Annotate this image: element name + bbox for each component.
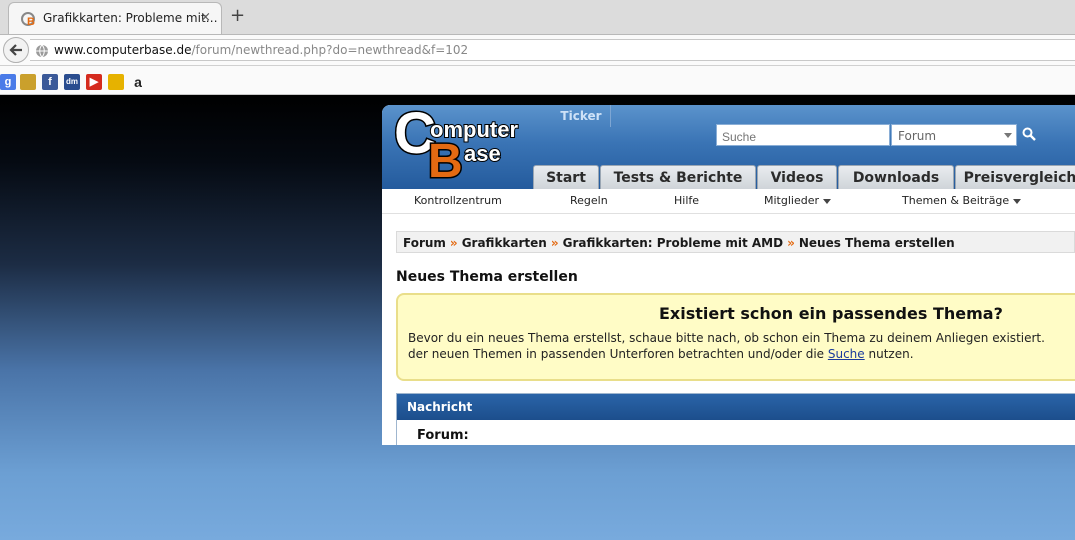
bookmark-amazon-icon[interactable]: a <box>130 74 146 90</box>
logo-text-base: ase <box>464 141 501 166</box>
breadcrumb-grafikkarten[interactable]: Grafikkarten <box>462 236 547 250</box>
nav-tab-downloads[interactable]: Downloads <box>838 165 954 189</box>
nav-tab-videos[interactable]: Videos <box>757 165 837 189</box>
page-title: Neues Thema erstellen <box>396 269 578 285</box>
search-scope-value: Forum <box>898 129 937 143</box>
subnav-themen-label: Themen & Beiträge <box>902 194 1010 207</box>
search-icon[interactable] <box>1022 127 1036 141</box>
message-box: Nachricht Forum: <box>396 393 1075 445</box>
notice-title: Existiert schon ein passendes Thema? <box>659 304 1003 323</box>
bookmark-youtube-icon[interactable]: ▶ <box>86 74 102 90</box>
navigation-bar: www.computerbase.de/forum/newthread.php?… <box>0 35 1075 66</box>
browser-tab[interactable]: B Grafikkarten: Probleme mit… × <box>8 2 222 34</box>
notice-text-before: der neuen Themen in passenden Unterforen… <box>408 347 828 361</box>
bookmark-google-icon[interactable]: g <box>0 74 16 90</box>
subnav-mitglieder[interactable]: Mitglieder <box>764 194 831 207</box>
subnav-regeln[interactable]: Regeln <box>570 194 608 207</box>
new-tab-button[interactable]: + <box>230 6 245 26</box>
search-input[interactable] <box>716 124 890 146</box>
nav-tab-tests[interactable]: Tests & Berichte <box>600 165 756 189</box>
bookmark-museum-icon[interactable] <box>20 74 36 90</box>
breadcrumb-separator: » <box>449 236 458 250</box>
search-link[interactable]: Suche <box>828 347 865 361</box>
svg-text:B: B <box>27 16 35 27</box>
breadcrumb-separator: » <box>787 236 795 250</box>
site-header: C omputer B ase Ticker Forum Start Tests… <box>382 105 1075 190</box>
computerbase-site: C omputer B ase Ticker Forum Start Tests… <box>382 105 1075 445</box>
svg-text:B: B <box>428 135 463 188</box>
breadcrumb-current: Neues Thema erstellen <box>798 236 955 250</box>
ticker-link[interactable]: Ticker <box>552 105 611 127</box>
bookmark-shop-icon[interactable] <box>108 74 124 90</box>
dropdown-arrow-icon <box>1004 133 1012 138</box>
message-header: Nachricht <box>397 394 1075 420</box>
subnav-mitglieder-label: Mitglieder <box>764 194 819 207</box>
url-path: /forum/newthread.php?do=newthread&f=102 <box>191 43 469 57</box>
bookmarks-toolbar: g f dm ▶ a <box>0 66 1075 95</box>
breadcrumb-thread[interactable]: Grafikkarten: Probleme mit AMD <box>563 236 783 250</box>
forum-label: Forum: <box>417 428 469 443</box>
sub-navigation: Kontrollzentrum Regeln Hilfe Mitglieder … <box>382 189 1075 214</box>
chevron-down-icon <box>823 198 831 204</box>
chevron-down-icon <box>1013 198 1022 204</box>
computerbase-favicon-icon: B <box>21 12 35 27</box>
breadcrumb: Forum» Grafikkarten» Grafikkarten: Problem… <box>396 231 1075 253</box>
subnav-kontrollzentrum[interactable]: Kontrollzentrum <box>414 194 502 207</box>
notice-text-line2: der neuen Themen in passenden Unterforen… <box>408 347 914 361</box>
nav-tab-start[interactable]: Start <box>533 165 599 189</box>
bookmark-dm-icon[interactable]: dm <box>64 74 80 90</box>
breadcrumb-forum[interactable]: Forum <box>403 236 446 250</box>
tab-title: Grafikkarten: Probleme mit… <box>43 11 218 25</box>
notice-text-line1: Bevor du ein neues Thema erstellst, scha… <box>408 331 1045 345</box>
back-arrow-icon <box>9 44 22 56</box>
breadcrumb-separator: » <box>550 236 559 250</box>
close-tab-icon[interactable]: × <box>200 10 211 25</box>
subnav-hilfe[interactable]: Hilfe <box>674 194 699 207</box>
subnav-themen[interactable]: Themen & Beiträge <box>902 194 1022 207</box>
back-button[interactable] <box>3 37 29 63</box>
bookmark-facebook-icon[interactable]: f <box>42 74 58 90</box>
notice-box: Existiert schon ein passendes Thema? Bev… <box>396 293 1075 381</box>
url-text: www.computerbase.de/forum/newthread.php?… <box>54 43 468 57</box>
url-host: www.computerbase.de <box>54 43 192 57</box>
search-scope-select[interactable]: Forum <box>891 124 1017 146</box>
tab-strip: B Grafikkarten: Probleme mit… × + <box>0 0 1075 35</box>
notice-text-after: nutzen. <box>864 347 914 361</box>
nav-tab-preisvergleich[interactable]: Preisvergleich <box>955 165 1075 189</box>
globe-icon <box>36 44 48 58</box>
address-bar[interactable]: www.computerbase.de/forum/newthread.php?… <box>30 39 1075 61</box>
